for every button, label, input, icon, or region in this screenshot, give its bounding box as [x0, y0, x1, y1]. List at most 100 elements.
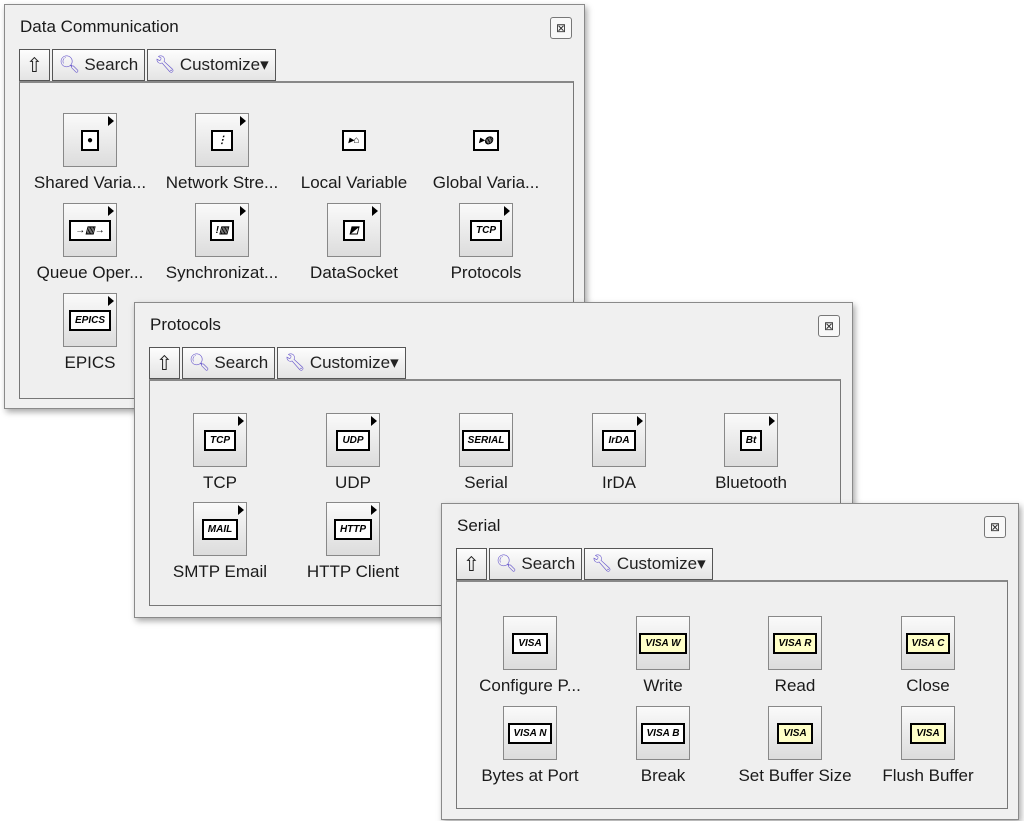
item-label: HTTP Client — [306, 562, 400, 581]
window-title: Serial — [457, 516, 501, 535]
up-button[interactable]: ⇧ — [19, 49, 50, 81]
search-button[interactable]: 🔍︎ Search — [488, 548, 583, 580]
icon-glyph: IrDA — [602, 429, 636, 451]
submenu-arrow-icon — [240, 206, 246, 216]
icon-glyph: VISA — [910, 722, 946, 744]
up-arrow-icon: ⇧ — [156, 352, 173, 375]
customize-button[interactable]: 🔧︎ Customize▾ — [584, 548, 713, 580]
icon-glyph: !▥ — [209, 219, 235, 241]
item-label: Write — [643, 676, 683, 695]
palette-item-visa-bytes-at-port[interactable]: VISA N Bytes at Port — [465, 706, 595, 786]
visa-set-buffer-size-icon: VISA — [768, 706, 822, 760]
palette-item-visa-configure-port[interactable]: VISA Configure P... — [465, 616, 595, 696]
palette-toolbar: ⇧ 🔍︎ Search 🔧︎ Customize▾ — [149, 347, 408, 379]
item-label: Protocols — [450, 263, 522, 282]
icon-glyph: VISA N — [507, 722, 553, 744]
palette-item-visa-close[interactable]: VISA C Close — [863, 616, 993, 696]
item-label: UDP — [335, 473, 371, 492]
palette-item-http-client[interactable]: HTTP HTTP Client — [288, 502, 418, 582]
http-client-icon: HTTP — [326, 502, 380, 556]
icon-glyph: ▸◍ — [473, 129, 499, 151]
icon-glyph: VISA C — [905, 632, 951, 654]
item-label: Serial — [464, 473, 508, 492]
search-button[interactable]: 🔍︎ Search — [51, 49, 146, 81]
irda-icon: IrDA — [592, 413, 646, 467]
visa-bytes-at-port-icon: VISA N — [503, 706, 557, 760]
palette-content: VISA Configure P... VISA W Write VISA R … — [456, 580, 1008, 809]
submenu-arrow-icon — [372, 206, 378, 216]
item-label: Flush Buffer — [882, 766, 974, 785]
palette-item-global-variable[interactable]: ▸◍ Global Varia... — [421, 113, 551, 193]
item-label: Configure P... — [479, 676, 581, 695]
visa-close-icon: VISA C — [901, 616, 955, 670]
palette-item-tcp[interactable]: TCP TCP — [155, 413, 285, 493]
smtp-email-icon: MAIL — [193, 502, 247, 556]
palette-item-visa-read[interactable]: VISA R Read — [730, 616, 860, 696]
visa-write-icon: VISA W — [636, 616, 690, 670]
customize-button[interactable]: 🔧︎ Customize▾ — [147, 49, 276, 81]
wrench-icon: 🔧︎ — [591, 554, 613, 573]
up-arrow-icon: ⇧ — [463, 553, 480, 576]
palette-item-smtp-email[interactable]: MAIL SMTP Email — [155, 502, 285, 582]
item-label: IrDA — [602, 473, 636, 492]
palette-item-synchronization[interactable]: !▥ Synchronizat... — [157, 203, 287, 283]
up-button[interactable]: ⇧ — [149, 347, 180, 379]
window-title: Protocols — [150, 315, 221, 334]
visa-configure-port-icon: VISA — [503, 616, 557, 670]
up-button[interactable]: ⇧ — [456, 548, 487, 580]
search-button[interactable]: 🔍︎ Search — [181, 347, 276, 379]
palette-item-queue-operations[interactable]: →▥→ Queue Oper... — [25, 203, 155, 283]
icon-glyph: EPICS — [68, 309, 111, 331]
search-label: Search — [521, 554, 576, 573]
datasocket-icon: ◩ — [327, 203, 381, 257]
palette-item-serial[interactable]: SERIAL Serial — [421, 413, 551, 493]
protocols-icon: TCP — [459, 203, 513, 257]
palette-window-serial: Serial ⊠ ⇧ 🔍︎ Search 🔧︎ Customize▾ VISA Co… — [441, 503, 1019, 820]
customize-label: Customize▾ — [616, 554, 706, 573]
palette-item-protocols[interactable]: TCP Protocols — [421, 203, 551, 283]
palette-item-visa-write[interactable]: VISA W Write — [598, 616, 728, 696]
submenu-arrow-icon — [238, 505, 244, 515]
icon-glyph: HTTP — [333, 518, 373, 540]
icon-glyph: ● — [80, 129, 100, 151]
tcp-icon: TCP — [193, 413, 247, 467]
palette-item-visa-break[interactable]: VISA B Break — [598, 706, 728, 786]
udp-icon: UDP — [326, 413, 380, 467]
global-variable-icon: ▸◍ — [459, 113, 513, 167]
palette-item-datasocket[interactable]: ◩ DataSocket — [289, 203, 419, 283]
item-label: Bytes at Port — [481, 766, 579, 785]
item-label: Network Stre... — [165, 173, 279, 192]
customize-button[interactable]: 🔧︎ Customize▾ — [277, 347, 406, 379]
visa-break-icon: VISA B — [636, 706, 690, 760]
visa-flush-buffer-icon: VISA — [901, 706, 955, 760]
palette-item-bluetooth[interactable]: Bt Bluetooth — [686, 413, 816, 493]
palette-item-shared-variable[interactable]: ● Shared Varia... — [25, 113, 155, 193]
close-button[interactable]: ⊠ — [984, 516, 1006, 538]
close-button[interactable]: ⊠ — [818, 315, 840, 337]
search-label: Search — [84, 55, 139, 74]
palette-item-visa-set-buffer-size[interactable]: VISA Set Buffer Size — [730, 706, 860, 786]
submenu-arrow-icon — [108, 116, 114, 126]
icon-glyph: VISA — [512, 632, 548, 654]
palette-item-irda[interactable]: IrDA IrDA — [554, 413, 684, 493]
palette-item-network-stream[interactable]: ⋮ Network Stre... — [157, 113, 287, 193]
network-stream-icon: ⋮ — [195, 113, 249, 167]
icon-glyph: VISA B — [640, 722, 686, 744]
item-label: Synchronizat... — [165, 263, 279, 282]
search-label: Search — [214, 353, 269, 372]
submenu-arrow-icon — [371, 505, 377, 515]
item-label: Queue Oper... — [36, 263, 144, 282]
submenu-arrow-icon — [371, 416, 377, 426]
icon-glyph: VISA — [777, 722, 813, 744]
palette-item-local-variable[interactable]: ▸⌂ Local Variable — [289, 113, 419, 193]
bluetooth-icon: Bt — [724, 413, 778, 467]
submenu-arrow-icon — [769, 416, 775, 426]
serial-icon: SERIAL — [459, 413, 513, 467]
palette-item-udp[interactable]: UDP UDP — [288, 413, 418, 493]
icon-glyph: ◩ — [343, 219, 365, 241]
palette-item-visa-flush-buffer[interactable]: VISA Flush Buffer — [863, 706, 993, 786]
close-button[interactable]: ⊠ — [550, 17, 572, 39]
item-label: Global Varia... — [432, 173, 540, 192]
local-variable-icon: ▸⌂ — [327, 113, 381, 167]
visa-read-icon: VISA R — [768, 616, 822, 670]
